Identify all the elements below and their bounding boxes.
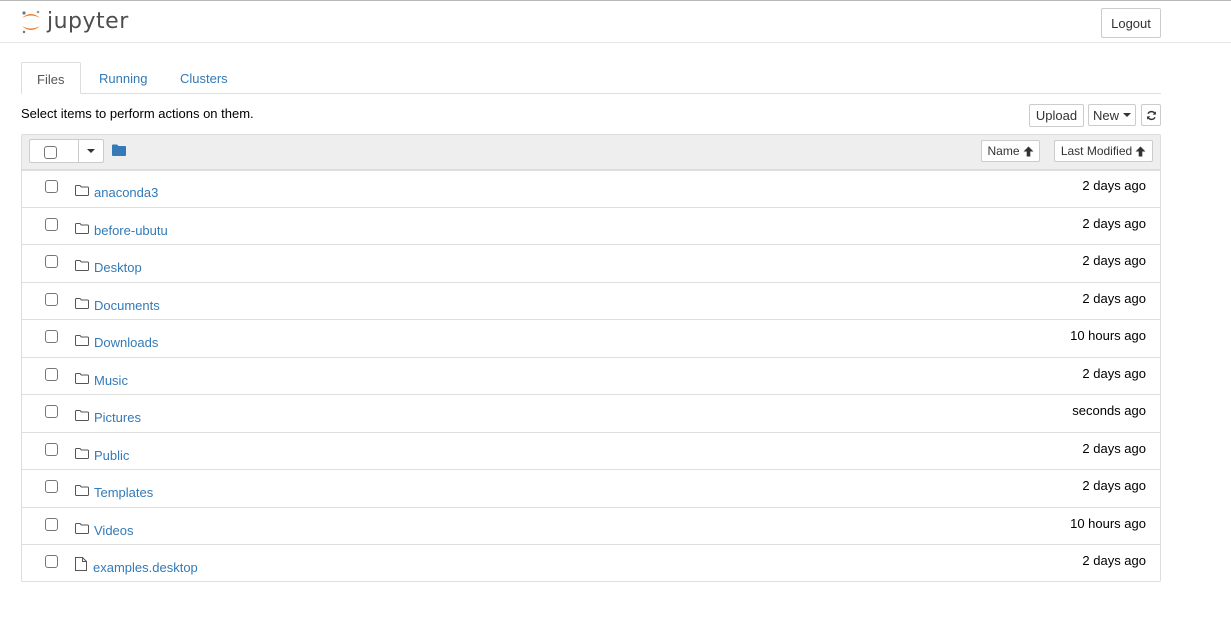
item-name-link[interactable]: Documents — [94, 298, 160, 313]
folder-icon — [75, 259, 89, 274]
folder-icon — [75, 447, 89, 462]
folder-icon — [75, 297, 89, 312]
item-name-link[interactable]: Templates — [94, 485, 153, 500]
item-modified-time: 2 days ago — [1082, 553, 1146, 568]
item-checkbox[interactable] — [45, 217, 58, 231]
tab-bar: Files Running Clusters — [21, 62, 1161, 94]
file-icon — [75, 557, 87, 574]
item-name-link[interactable]: Public — [94, 448, 129, 463]
item-name-link[interactable]: anaconda3 — [94, 185, 158, 200]
item-modified-time: 2 days ago — [1082, 290, 1146, 306]
item-modified-time: 2 days ago — [1082, 440, 1146, 456]
list-item[interactable]: Templates 2 days ago — [22, 469, 1160, 507]
list-item[interactable]: examples.desktop 2 days ago — [22, 544, 1160, 582]
list-item[interactable]: anaconda3 2 days ago — [22, 169, 1160, 207]
list-item[interactable]: Desktop 2 days ago — [22, 244, 1160, 282]
arrow-up-icon — [1023, 146, 1033, 156]
list-item[interactable]: Documents 2 days ago — [22, 281, 1160, 320]
jupyter-logo-icon — [22, 10, 40, 34]
select-all-checkbox-button[interactable] — [29, 139, 79, 163]
refresh-button[interactable] — [1141, 104, 1161, 126]
tab-clusters[interactable]: Clusters — [165, 62, 243, 93]
item-checkbox[interactable] — [45, 255, 58, 268]
list-item[interactable]: Music 2 days ago — [22, 356, 1160, 395]
item-checkbox[interactable] — [45, 442, 58, 456]
item-name-link[interactable]: before-ubutu — [94, 223, 168, 238]
upload-button[interactable]: Upload — [1029, 104, 1084, 127]
jupyter-logo[interactable]: jupyter — [20, 7, 129, 37]
item-name-link[interactable]: Pictures — [94, 410, 141, 425]
tab-running[interactable]: Running — [84, 62, 162, 93]
sort-by-name-button[interactable]: Name — [981, 140, 1040, 162]
item-name-link[interactable]: examples.desktop — [93, 560, 198, 575]
item-checkbox[interactable] — [45, 367, 58, 381]
item-modified-time: 2 days ago — [1082, 478, 1146, 493]
item-modified-time: 2 days ago — [1082, 178, 1146, 193]
item-modified-time: 2 days ago — [1082, 253, 1146, 268]
caret-down-icon — [87, 149, 95, 153]
item-modified-time: 10 hours ago — [1070, 515, 1146, 531]
new-dropdown-button[interactable]: New — [1088, 104, 1136, 126]
select-all-checkbox[interactable] — [44, 146, 57, 159]
header-bar: jupyter Logout — [0, 1, 1231, 43]
list-item[interactable]: Videos 10 hours ago — [22, 506, 1160, 545]
sort-name-label: Name — [987, 144, 1020, 158]
item-modified-time: 2 days ago — [1082, 215, 1146, 231]
sort-by-last-modified-button[interactable]: Last Modified — [1054, 140, 1153, 162]
item-name-link[interactable]: Downloads — [94, 335, 158, 350]
item-name-link[interactable]: Videos — [94, 523, 134, 538]
list-item[interactable]: before-ubutu 2 days ago — [22, 206, 1160, 245]
item-modified-time: 10 hours ago — [1070, 328, 1146, 343]
folder-icon — [75, 522, 89, 537]
item-name-link[interactable]: Desktop — [94, 260, 142, 275]
logout-button[interactable]: Logout — [1101, 8, 1161, 38]
arrow-up-icon — [1135, 146, 1146, 156]
item-checkbox[interactable] — [45, 180, 58, 193]
sort-modified-label: Last Modified — [1060, 144, 1133, 158]
item-modified-time: 2 days ago — [1082, 365, 1146, 381]
list-item[interactable]: Downloads 10 hours ago — [22, 319, 1160, 357]
refresh-icon — [1146, 110, 1156, 120]
item-checkbox[interactable] — [45, 330, 58, 343]
folder-icon — [75, 222, 89, 237]
new-button-label: New — [1092, 107, 1119, 123]
folder-icon — [75, 484, 89, 499]
item-checkbox[interactable] — [45, 292, 58, 306]
folder-icon — [75, 184, 89, 199]
item-checkbox[interactable] — [45, 405, 58, 418]
instructions-text: Select items to perform actions on them. — [21, 106, 254, 121]
folder-icon — [75, 409, 89, 424]
list-item[interactable]: Public 2 days ago — [22, 431, 1160, 470]
tab-files[interactable]: Files — [21, 62, 81, 94]
select-dropdown-button[interactable] — [79, 139, 104, 163]
item-name-link[interactable]: Music — [94, 373, 128, 388]
folder-icon[interactable] — [112, 144, 126, 156]
item-modified-time: seconds ago — [1072, 403, 1146, 418]
file-list-header: Name Last Modified — [22, 135, 1160, 171]
item-checkbox[interactable] — [45, 555, 58, 568]
list-item[interactable]: Pictures seconds ago — [22, 394, 1160, 432]
item-checkbox[interactable] — [45, 517, 58, 531]
file-list: Name Last Modified anaconda3 2 days ago be… — [21, 134, 1161, 582]
item-checkbox[interactable] — [45, 480, 58, 493]
caret-down-icon — [1123, 113, 1131, 117]
logo-text: jupyter — [47, 9, 129, 34]
folder-icon — [75, 372, 89, 387]
folder-icon — [75, 334, 89, 349]
